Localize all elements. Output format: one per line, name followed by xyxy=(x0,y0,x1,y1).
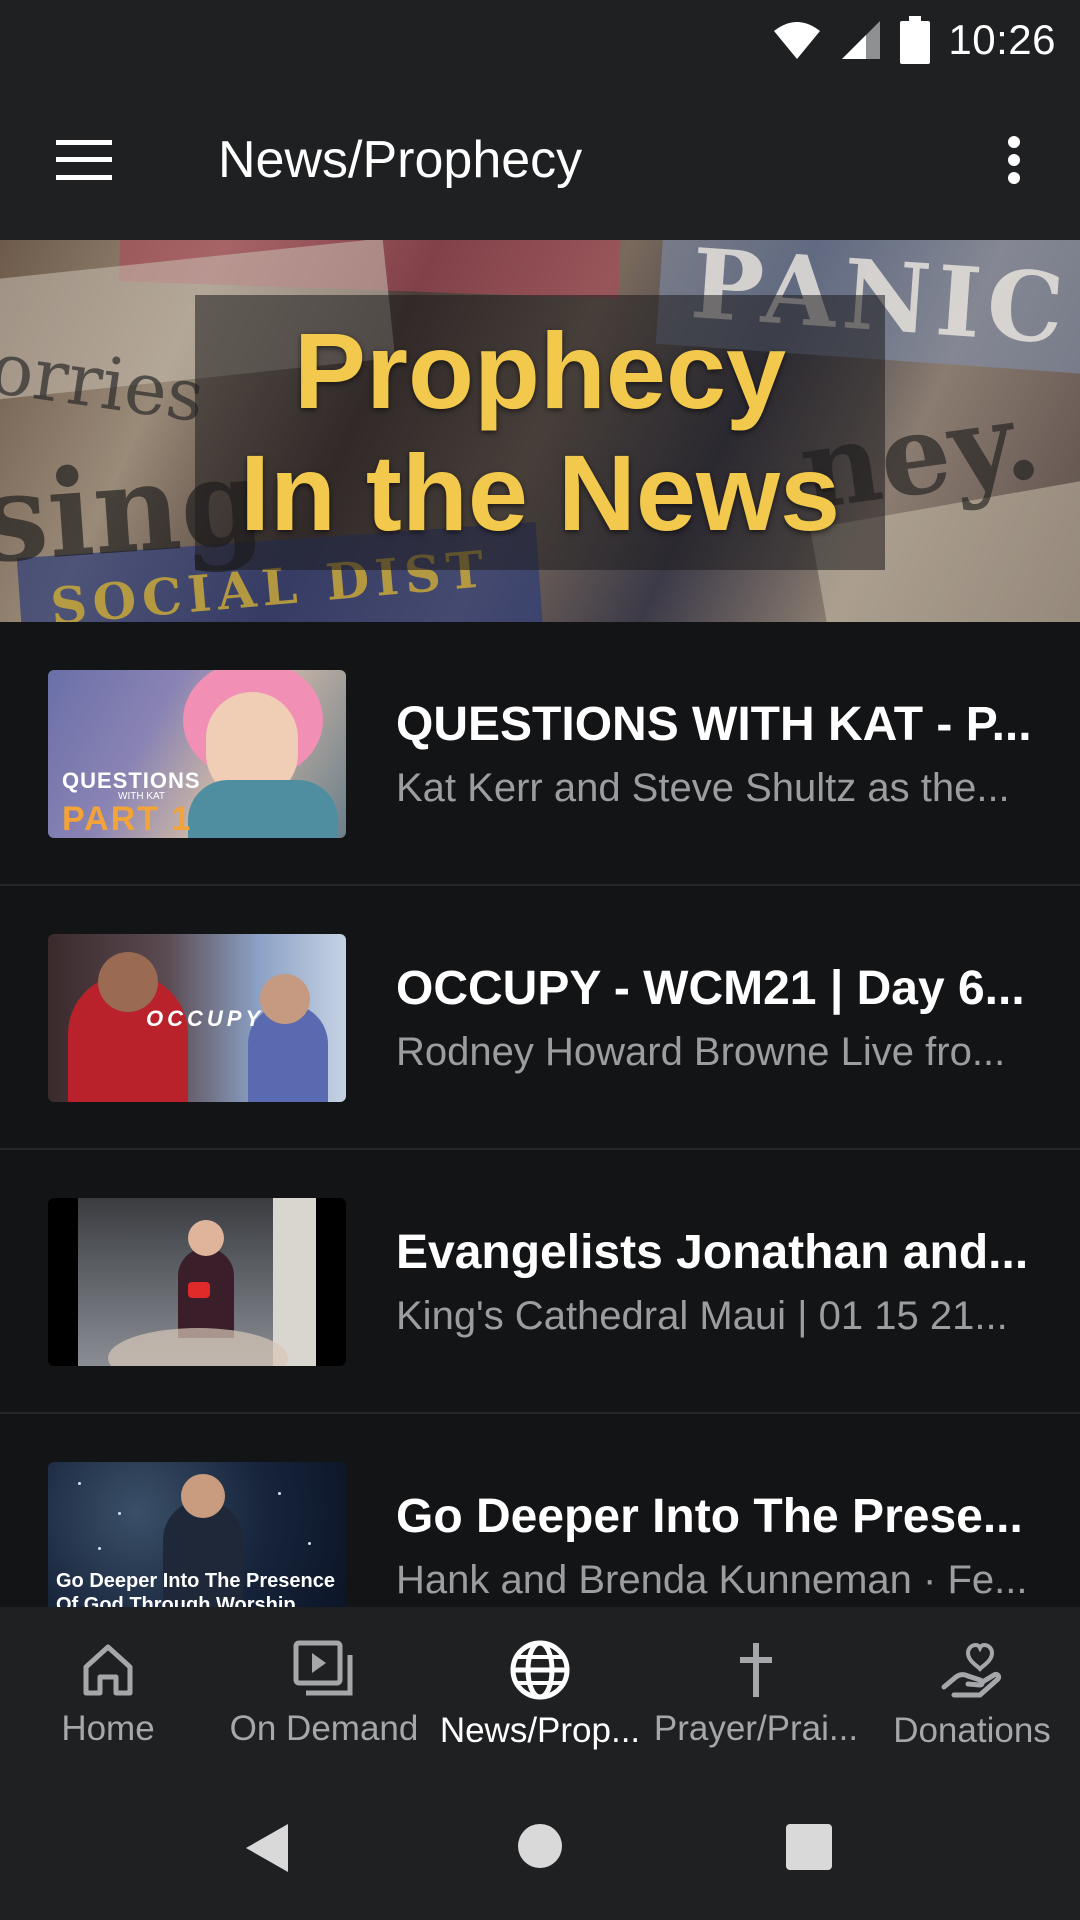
app-bar: News/Prophecy xyxy=(0,80,1080,240)
hamburger-menu-button[interactable] xyxy=(42,118,126,202)
video-subtitle: King's Cathedral Maui | 01 15 21... xyxy=(396,1294,1008,1338)
video-library-icon xyxy=(293,1640,353,1696)
nav-item-home[interactable]: Home xyxy=(0,1607,216,1772)
more-options-button[interactable] xyxy=(972,118,1056,202)
video-title: Go Deeper Into The Prese... xyxy=(396,1490,1023,1543)
video-subtitle: Rodney Howard Browne Live fro... xyxy=(396,1030,1006,1074)
globe-icon xyxy=(510,1640,570,1700)
video-thumbnail[interactable]: OCCUPY xyxy=(48,934,346,1102)
nav-label: Home xyxy=(61,1709,155,1748)
video-text: QUESTIONS WITH KAT - P... Kat Kerr and S… xyxy=(396,697,1036,811)
home-circle-icon[interactable] xyxy=(518,1824,562,1868)
page-title: News/Prophecy xyxy=(218,131,583,189)
video-thumbnail[interactable]: Go Deeper Into The Presence Of God Throu… xyxy=(48,1462,346,1607)
thumb-star xyxy=(308,1542,311,1545)
donate-heart-hand-icon xyxy=(941,1642,1002,1698)
youtube-icon xyxy=(188,1282,210,1298)
nav-item-prayer-praise[interactable]: Prayer/Prai... xyxy=(648,1607,864,1772)
video-row[interactable]: QUESTIONS WITH KAT PART 1 QUESTIONS WITH… xyxy=(0,622,1080,886)
home-icon xyxy=(83,1644,133,1696)
bottom-navigation: Home On Demand News/Prop... Prayer/Prai.… xyxy=(0,1607,1080,1772)
video-row[interactable]: OCCUPY OCCUPY - WCM21 | Day 6... Rodney … xyxy=(0,886,1080,1150)
nav-label: News/Prop... xyxy=(439,1711,641,1750)
hamburger-menu-icon xyxy=(56,140,112,180)
nav-label: On Demand xyxy=(229,1709,419,1748)
video-title: OCCUPY - WCM21 | Day 6... xyxy=(396,962,1025,1015)
hero-banner[interactable]: PANIC orries sing ney. SOCIAL DIST Proph… xyxy=(0,240,1080,622)
thumb-text: OCCUPY xyxy=(146,1006,265,1031)
video-text: OCCUPY - WCM21 | Day 6... Rodney Howard … xyxy=(396,961,1036,1075)
thumb-figure xyxy=(188,1220,224,1256)
status-time: 10:26 xyxy=(948,16,1056,63)
back-icon[interactable] xyxy=(244,1822,290,1874)
more-vert-icon xyxy=(1008,136,1020,184)
thumb-figure xyxy=(188,780,338,838)
nav-label: Donations xyxy=(893,1711,1051,1750)
thumb-figure xyxy=(273,1198,316,1366)
video-title: QUESTIONS WITH KAT - P... xyxy=(396,698,1032,751)
video-row[interactable]: Go Deeper Into The Presence Of God Throu… xyxy=(0,1414,1080,1607)
thumb-star xyxy=(278,1492,281,1495)
hero-title-line2: In the News xyxy=(239,432,841,553)
system-navigation-bar xyxy=(0,1772,1080,1920)
nav-item-donations[interactable]: Donations xyxy=(864,1607,1080,1772)
thumb-text: Of God Through Worship xyxy=(56,1594,296,1607)
thumb-star xyxy=(118,1512,121,1515)
thumb-figure xyxy=(98,952,158,1012)
video-thumbnail[interactable] xyxy=(48,1198,346,1366)
thumb-text: Go Deeper Into The Presence xyxy=(56,1570,335,1592)
thumb-star xyxy=(78,1482,81,1485)
nav-label: Prayer/Prai... xyxy=(653,1709,859,1748)
thumb-text: PART 1 xyxy=(62,800,193,838)
video-title: Evangelists Jonathan and... xyxy=(396,1226,1029,1279)
cell-signal-icon xyxy=(842,21,881,59)
hero-title: Prophecy In the News xyxy=(0,310,1080,554)
thumb-figure xyxy=(260,974,310,1024)
video-text: Evangelists Jonathan and... King's Cathe… xyxy=(396,1225,1036,1339)
battery-icon xyxy=(900,16,931,64)
video-subtitle: Kat Kerr and Steve Shultz as the... xyxy=(396,766,1010,810)
nav-item-on-demand[interactable]: On Demand xyxy=(216,1607,432,1772)
video-subtitle: Hank and Brenda Kunneman · Fe... xyxy=(396,1558,1028,1602)
nav-item-news-prophecy[interactable]: News/Prop... xyxy=(432,1607,648,1772)
status-bar: 10:26 xyxy=(0,0,1080,80)
video-row[interactable]: Evangelists Jonathan and... King's Cathe… xyxy=(0,1150,1080,1414)
video-thumbnail[interactable]: QUESTIONS WITH KAT PART 1 xyxy=(48,670,346,838)
recents-square-icon[interactable] xyxy=(786,1824,832,1870)
video-text: Go Deeper Into The Prese... Hank and Bre… xyxy=(396,1489,1036,1603)
wifi-icon xyxy=(774,22,821,59)
thumb-figure xyxy=(181,1474,225,1518)
thumb-star xyxy=(98,1547,101,1550)
hero-title-line1: Prophecy xyxy=(293,310,787,431)
cross-icon xyxy=(740,1643,772,1697)
video-list[interactable]: QUESTIONS WITH KAT PART 1 QUESTIONS WITH… xyxy=(0,622,1080,1607)
